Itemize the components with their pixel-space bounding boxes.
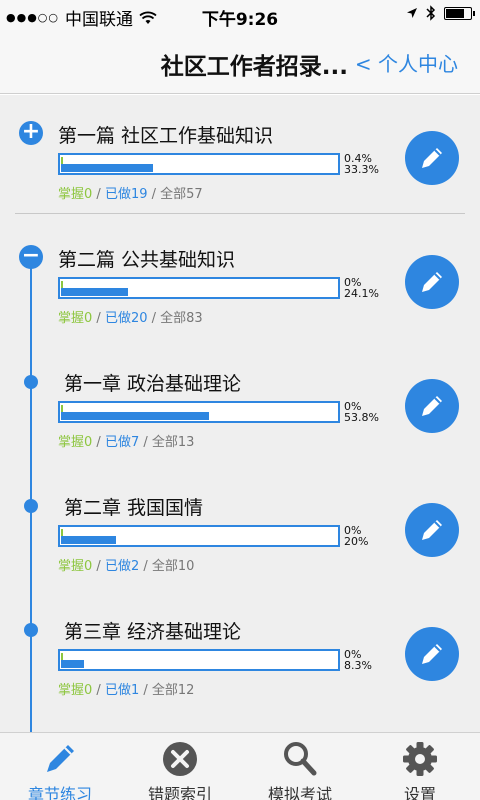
pencil-icon [422,644,442,664]
divider [15,213,465,214]
practice-button[interactable] [405,131,459,185]
total-count: 全部13 [151,435,195,450]
practice-button[interactable] [405,503,459,557]
done-count: 已做19 [104,187,148,202]
progress-bar [58,277,340,299]
progress-percent: 0% 20% [344,525,368,547]
tab-label: 设置 [403,785,436,800]
item-stats: 掌握0 / 已做19 / 全部57 [58,187,203,202]
practice-button[interactable] [405,379,459,433]
progress-bar [58,401,340,423]
item-title: 第一章 政治基础理论 [64,373,242,395]
done-percent: 33.3% [344,163,379,176]
mastered-count: 掌握0 [58,311,93,326]
progress-percent: 0% 53.8% [344,401,379,423]
search-icon [280,739,320,779]
page-title: 社区工作者招录... [160,54,348,80]
timeline-dot [24,623,38,637]
progress-percent: 0% 24.1% [344,277,379,299]
progress-done [61,288,128,296]
location-arrow-icon [407,8,417,18]
item-stats: 掌握0 / 已做20 / 全部83 [58,311,203,326]
item-title: 第三章 经济基础理论 [64,621,242,643]
practice-button[interactable] [405,627,459,681]
tab-mock-exam[interactable]: 模拟考试 [240,733,360,800]
done-count: 已做2 [104,559,140,574]
progress-done [61,536,116,544]
done-count: 已做1 [104,683,140,698]
done-percent: 20% [344,535,369,548]
total-count: 全部10 [151,559,195,574]
timeline-dot [24,375,38,389]
status-bar: ●●●○○ 中国联通 下午9:26 [0,0,480,30]
item-title: 第二章 我国国情 [64,497,204,519]
progress-percent: 0% 8.3% [344,649,372,671]
mastered-count: 掌握0 [58,187,93,202]
progress-percent: 0.4% 33.3% [344,153,379,175]
tab-label: 模拟考试 [267,785,332,800]
item-stats: 掌握0 / 已做2 / 全部10 [58,559,195,574]
item-title: 第二篇 公共基础知识 [58,249,236,271]
total-count: 全部57 [160,187,203,202]
nav-bar: 社区工作者招录... < 个人中心 [0,30,480,94]
done-percent: 24.1% [344,287,379,300]
mastered-count: 掌握0 [58,559,93,574]
tab-settings[interactable]: 设置 [360,733,480,800]
list-item[interactable]: − 第二篇 公共基础知识 0% 24.1% 掌握0 / 已做20 / 全部83 [0,245,480,341]
total-count: 全部83 [160,311,203,326]
progress-done [61,660,84,668]
pencil-icon [422,396,442,416]
total-count: 全部12 [151,683,195,698]
chapter-list: + 第一篇 社区工作基础知识 0.4% 33.3% 掌握0 / 已做19 / 全… [0,95,480,732]
list-item[interactable]: + 第一篇 社区工作基础知识 0.4% 33.3% 掌握0 / 已做19 / 全… [0,121,480,217]
pencil-icon [40,739,80,779]
tab-label: 章节练习 [27,785,92,800]
pencil-icon [422,272,442,292]
pencil-icon [422,520,442,540]
expand-icon[interactable]: + [19,121,43,145]
done-count: 已做7 [104,435,140,450]
list-item[interactable]: 第二章 我国国情 0% 20% 掌握0 / 已做2 / 全部10 [0,493,480,589]
list-item[interactable]: 第一章 政治基础理论 0% 53.8% 掌握0 / 已做7 / 全部13 [0,369,480,465]
pencil-icon [422,148,442,168]
item-title: 第一篇 社区工作基础知识 [58,125,274,147]
tab-bar: 章节练习 错题索引 模拟考试 设置 [0,732,480,800]
mastered-count: 掌握0 [58,435,93,450]
tab-label: 错题索引 [147,785,212,800]
tab-wrong-index[interactable]: 错题索引 [120,733,240,800]
item-stats: 掌握0 / 已做1 / 全部12 [58,683,195,698]
done-percent: 8.3% [344,659,372,672]
close-circle-icon [160,739,200,779]
progress-bar [58,525,340,547]
progress-done [61,412,209,420]
battery-icon [444,6,475,20]
practice-button[interactable] [405,255,459,309]
tab-chapter-practice[interactable]: 章节练习 [0,733,120,800]
mastered-count: 掌握0 [58,683,93,698]
done-percent: 53.8% [344,411,379,424]
progress-done [61,164,153,172]
gear-icon [400,739,440,779]
item-stats: 掌握0 / 已做7 / 全部13 [58,435,195,450]
progress-bar [58,649,340,671]
bluetooth-icon [426,5,436,21]
list-item[interactable]: 第三章 经济基础理论 0% 8.3% 掌握0 / 已做1 / 全部12 [0,617,480,713]
timeline-dot [24,499,38,513]
collapse-icon[interactable]: − [19,245,43,269]
done-count: 已做20 [104,311,148,326]
progress-bar [58,153,340,175]
back-button[interactable]: < 个人中心 [355,48,458,77]
